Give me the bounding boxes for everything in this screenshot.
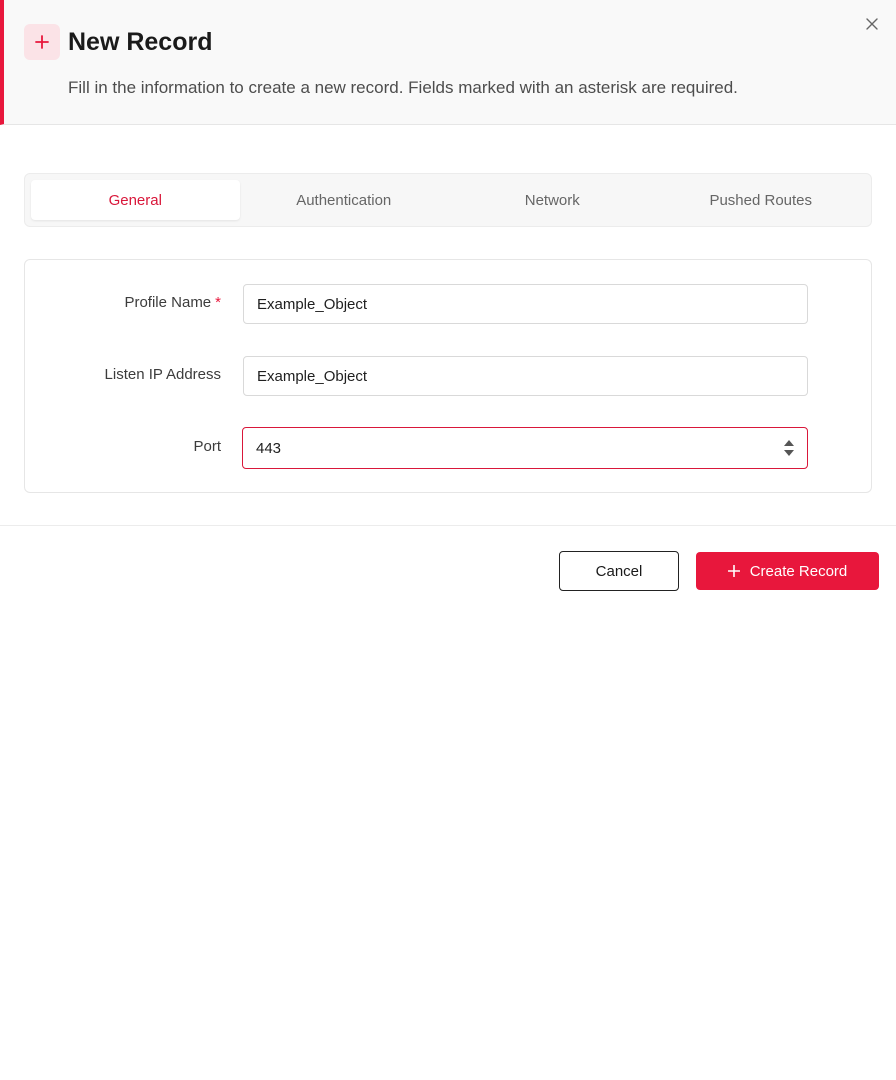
tab-bar: General Authentication Network Pushed Ro…	[24, 173, 872, 227]
profile-name-row: Profile Name * Example_Object	[25, 284, 873, 326]
stepper-up-icon[interactable]	[784, 440, 794, 446]
general-form-card: Profile Name * Example_Object Listen IP A…	[24, 259, 872, 493]
tab-general[interactable]: General	[31, 180, 240, 220]
port-label: Port	[193, 438, 221, 455]
plus-icon	[24, 24, 60, 60]
profile-name-value: Example_Object	[257, 295, 368, 313]
tab-network[interactable]: Network	[448, 180, 657, 220]
dialog-footer: Cancel Create Record	[0, 525, 896, 615]
listen-ip-row: Listen IP Address Example_Object	[25, 356, 873, 398]
close-icon[interactable]	[864, 16, 880, 32]
port-row: Port 443	[25, 427, 873, 469]
port-input[interactable]: 443	[242, 427, 808, 469]
tab-authentication[interactable]: Authentication	[240, 180, 449, 220]
listen-ip-label: Listen IP Address	[104, 366, 221, 383]
port-stepper[interactable]	[783, 440, 795, 456]
stepper-down-icon[interactable]	[784, 450, 794, 456]
new-record-dialog: New Record Fill in the information to cr…	[0, 0, 896, 1080]
create-record-button[interactable]: Create Record	[696, 552, 879, 590]
profile-name-input[interactable]: Example_Object	[243, 284, 808, 324]
listen-ip-input[interactable]: Example_Object	[243, 356, 808, 396]
tab-pushed-routes[interactable]: Pushed Routes	[657, 180, 866, 220]
listen-ip-value: Example_Object	[257, 367, 368, 385]
dialog-title: New Record	[68, 28, 213, 56]
port-value: 443	[256, 439, 282, 457]
dialog-subtitle: Fill in the information to create a new …	[68, 78, 738, 97]
cancel-button[interactable]: Cancel	[559, 551, 679, 591]
create-record-label: Create Record	[749, 562, 848, 580]
required-asterisk: *	[215, 294, 221, 311]
dialog-header: New Record Fill in the information to cr…	[0, 0, 896, 125]
profile-name-label: Profile Name *	[124, 294, 221, 311]
plus-icon	[727, 565, 740, 577]
